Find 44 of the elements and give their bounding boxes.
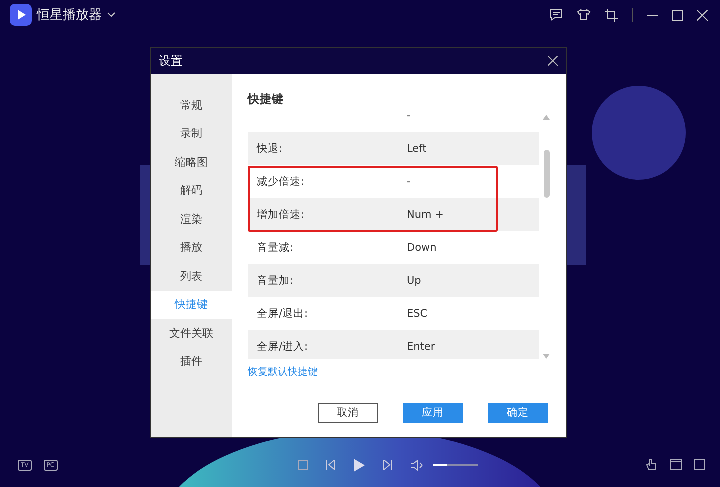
play-logo-icon [10,4,32,26]
dialog-title: 设置 [159,52,183,70]
close-icon[interactable] [697,10,708,20]
close-icon[interactable] [548,56,558,66]
sidebar-item[interactable]: 渲染 [151,205,232,234]
previous-icon[interactable] [326,460,336,470]
sidebar-item[interactable]: 播放 [151,234,232,262]
action-label: 音量加: [256,274,295,288]
sidebar-item[interactable]: 录制 [151,120,232,148]
window-icon[interactable] [670,459,682,470]
next-icon[interactable] [383,460,393,470]
sidebar-item[interactable]: 缩略图 [151,148,232,176]
maximize-icon[interactable] [672,10,683,20]
sidebar-item[interactable]: 常规 [151,91,232,120]
message-icon[interactable] [550,9,563,21]
action-label: 增加倍速: [256,208,306,222]
key-value: ESC [407,308,429,320]
sidebar-item[interactable]: 解码 [151,176,232,205]
action-label: 快退: [256,142,284,156]
shirt-icon[interactable] [577,9,591,21]
action-label: 减少倍速: [256,174,306,188]
section-heading: 快捷键 [248,92,285,108]
dialog-button[interactable]: 取消 [318,403,378,423]
key-value: - [407,176,412,188]
sidebar-item[interactable]: 列表 [151,262,232,290]
volume-icon[interactable] [411,460,423,470]
action-label: 全屏/退出: [256,306,310,320]
crop-icon[interactable] [605,8,618,22]
key-value: Num + [407,208,445,220]
chevron-down-icon[interactable] [107,12,116,18]
sidebar-item[interactable]: 插件 [151,348,232,376]
action-label: 音量减: [256,240,295,254]
key-value: Enter [407,340,436,352]
sidebar-item[interactable]: 文件关联 [151,319,232,348]
hand-icon[interactable] [646,459,658,471]
play-icon[interactable] [354,458,365,472]
key-value: Left [407,142,428,154]
app-title: 恒星播放器 [37,7,102,24]
reset-shortcuts-link[interactable]: 恢复默认快捷键 [248,365,318,379]
action-label: 全屏/进入: [256,340,310,354]
key-value: Down [407,242,438,254]
key-value: - [407,112,412,122]
square-icon[interactable] [694,459,705,470]
key-value: Up [407,274,422,286]
